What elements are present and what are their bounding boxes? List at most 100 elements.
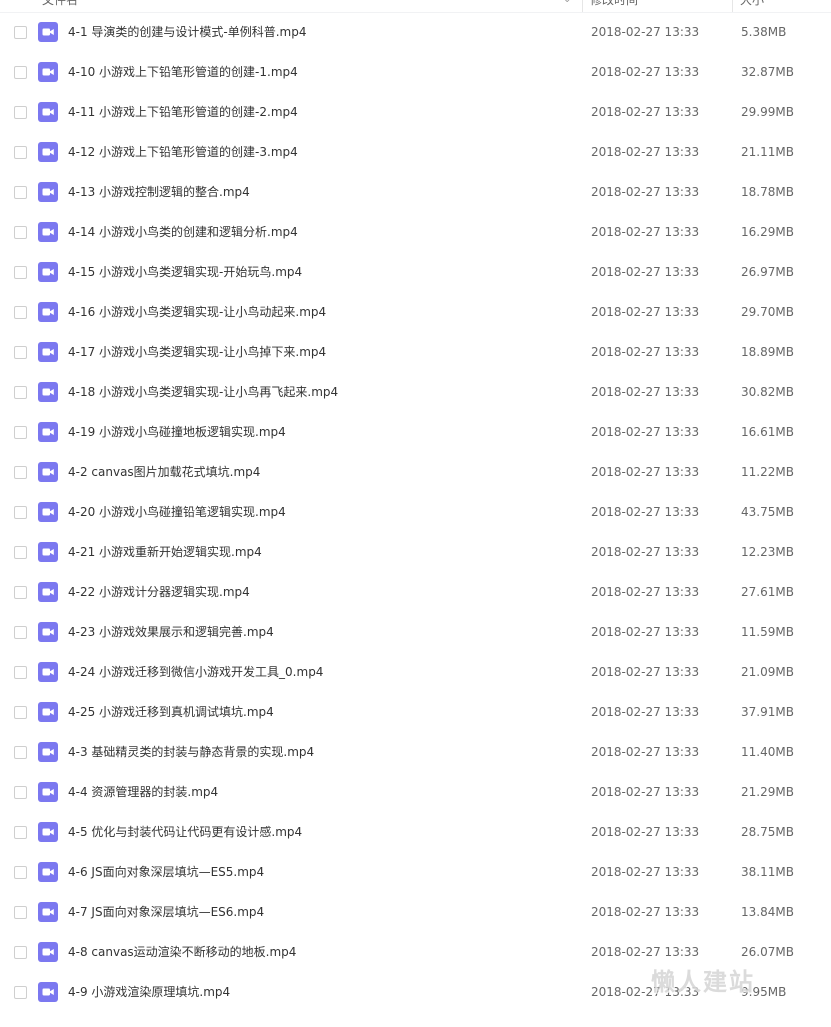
row-checkbox[interactable] [14, 746, 27, 759]
file-name[interactable]: 4-24 小游戏迁移到微信小游戏开发工具_0.mp4 [68, 663, 323, 681]
file-name[interactable]: 4-18 小游戏小鸟类逻辑实现-让小鸟再飞起来.mp4 [68, 383, 338, 401]
file-row[interactable]: 4-21 小游戏重新开始逻辑实现.mp4 2018-02-27 13:33 12.2… [0, 532, 831, 572]
file-row[interactable]: 4-4 资源管理器的封装.mp4 2018-02-27 13:33 21.29MB [0, 772, 831, 812]
file-row[interactable]: 4-10 小游戏上下铅笔形管道的创建-1.mp4 2018-02-27 13:33… [0, 52, 831, 92]
row-checkbox[interactable] [14, 346, 27, 359]
row-checkbox[interactable] [14, 106, 27, 119]
video-icon [38, 342, 58, 362]
chevron-down-icon[interactable]: ⌄ [563, 0, 571, 10]
file-name[interactable]: 4-2 canvas图片加载花式填坑.mp4 [68, 463, 260, 481]
file-row[interactable]: 4-17 小游戏小鸟类逻辑实现-让小鸟掉下来.mp4 2018-02-27 13:… [0, 332, 831, 372]
file-row[interactable]: 4-14 小游戏小鸟类的创建和逻辑分析.mp4 2018-02-27 13:33 1… [0, 212, 831, 252]
file-row[interactable]: 4-16 小游戏小鸟类逻辑实现-让小鸟动起来.mp4 2018-02-27 13:… [0, 292, 831, 332]
file-name[interactable]: 4-15 小游戏小鸟类逻辑实现-开始玩鸟.mp4 [68, 263, 302, 281]
file-name[interactable]: 4-6 JS面向对象深层填坑—ES5.mp4 [68, 863, 264, 881]
video-icon [38, 62, 58, 82]
row-checkbox[interactable] [14, 26, 27, 39]
file-name[interactable]: 4-25 小游戏迁移到真机调试填坑.mp4 [68, 703, 274, 721]
file-row[interactable]: 4-25 小游戏迁移到真机调试填坑.mp4 2018-02-27 13:33 37.… [0, 692, 831, 732]
row-checkbox[interactable] [14, 586, 27, 599]
column-divider[interactable] [732, 0, 733, 12]
file-size: 29.70MB [741, 305, 794, 319]
file-modified-date: 2018-02-27 13:33 [591, 65, 700, 79]
file-list: 4-1 导演类的创建与设计模式-单例科普.mp4 2018-02-27 13:33… [0, 12, 831, 1012]
file-name[interactable]: 4-13 小游戏控制逻辑的整合.mp4 [68, 183, 250, 201]
file-modified-date: 2018-02-27 13:33 [591, 105, 700, 119]
video-icon [38, 422, 58, 442]
column-header-date[interactable]: 修改时间 [590, 0, 638, 10]
video-icon [38, 822, 58, 842]
file-row[interactable]: 4-3 基础精灵类的封装与静态背景的实现.mp4 2018-02-27 13:33… [0, 732, 831, 772]
row-checkbox[interactable] [14, 386, 27, 399]
file-name[interactable]: 4-22 小游戏计分器逻辑实现.mp4 [68, 583, 250, 601]
column-divider[interactable] [582, 0, 583, 12]
file-modified-date: 2018-02-27 13:33 [591, 225, 700, 239]
file-row[interactable]: 4-12 小游戏上下铅笔形管道的创建-3.mp4 2018-02-27 13:33… [0, 132, 831, 172]
row-checkbox[interactable] [14, 786, 27, 799]
file-row[interactable]: 4-1 导演类的创建与设计模式-单例科普.mp4 2018-02-27 13:33… [0, 12, 831, 52]
row-checkbox[interactable] [14, 626, 27, 639]
row-checkbox[interactable] [14, 946, 27, 959]
file-row[interactable]: 4-5 优化与封装代码让代码更有设计感.mp4 2018-02-27 13:33 2… [0, 812, 831, 852]
file-size: 29.99MB [741, 105, 794, 119]
file-modified-date: 2018-02-27 13:33 [591, 425, 700, 439]
file-name[interactable]: 4-5 优化与封装代码让代码更有设计感.mp4 [68, 823, 302, 841]
file-name[interactable]: 4-10 小游戏上下铅笔形管道的创建-1.mp4 [68, 63, 298, 81]
file-row[interactable]: 4-20 小游戏小鸟碰撞铅笔逻辑实现.mp4 2018-02-27 13:33 43… [0, 492, 831, 532]
file-row[interactable]: 4-15 小游戏小鸟类逻辑实现-开始玩鸟.mp4 2018-02-27 13:33… [0, 252, 831, 292]
file-row[interactable]: 4-23 小游戏效果展示和逻辑完善.mp4 2018-02-27 13:33 11.… [0, 612, 831, 652]
file-row[interactable]: 4-7 JS面向对象深层填坑—ES6.mp4 2018-02-27 13:33 13… [0, 892, 831, 932]
file-name[interactable]: 4-14 小游戏小鸟类的创建和逻辑分析.mp4 [68, 223, 298, 241]
video-icon [38, 462, 58, 482]
row-checkbox[interactable] [14, 906, 27, 919]
file-size: 30.82MB [741, 385, 794, 399]
row-checkbox[interactable] [14, 866, 27, 879]
file-row[interactable]: 4-18 小游戏小鸟类逻辑实现-让小鸟再飞起来.mp4 2018-02-27 13… [0, 372, 831, 412]
column-header-size[interactable]: 大小 [740, 0, 764, 10]
file-name[interactable]: 4-23 小游戏效果展示和逻辑完善.mp4 [68, 623, 274, 641]
file-name[interactable]: 4-17 小游戏小鸟类逻辑实现-让小鸟掉下来.mp4 [68, 343, 326, 361]
file-name[interactable]: 4-16 小游戏小鸟类逻辑实现-让小鸟动起来.mp4 [68, 303, 326, 321]
file-list-window: 文件名 ⌄ 修改时间 大小 4-1 导演类的创建与设计模式-单例科普.mp4 20… [0, 0, 831, 1027]
row-checkbox[interactable] [14, 986, 27, 999]
file-row[interactable]: 4-11 小游戏上下铅笔形管道的创建-2.mp4 2018-02-27 13:33… [0, 92, 831, 132]
file-size: 43.75MB [741, 505, 794, 519]
file-row[interactable]: 4-19 小游戏小鸟碰撞地板逻辑实现.mp4 2018-02-27 13:33 16… [0, 412, 831, 452]
row-checkbox[interactable] [14, 466, 27, 479]
row-checkbox[interactable] [14, 306, 27, 319]
file-name[interactable]: 4-7 JS面向对象深层填坑—ES6.mp4 [68, 903, 264, 921]
row-checkbox[interactable] [14, 546, 27, 559]
file-row[interactable]: 4-2 canvas图片加载花式填坑.mp4 2018-02-27 13:33 11… [0, 452, 831, 492]
file-name[interactable]: 4-8 canvas运动渲染不断移动的地板.mp4 [68, 943, 296, 961]
file-name[interactable]: 4-21 小游戏重新开始逻辑实现.mp4 [68, 543, 262, 561]
row-checkbox[interactable] [14, 666, 27, 679]
file-name[interactable]: 4-19 小游戏小鸟碰撞地板逻辑实现.mp4 [68, 423, 286, 441]
video-icon [38, 22, 58, 42]
row-checkbox[interactable] [14, 266, 27, 279]
video-icon [38, 182, 58, 202]
file-name[interactable]: 4-9 小游戏渲染原理填坑.mp4 [68, 983, 230, 1001]
row-checkbox[interactable] [14, 826, 27, 839]
file-name[interactable]: 4-12 小游戏上下铅笔形管道的创建-3.mp4 [68, 143, 298, 161]
file-modified-date: 2018-02-27 13:33 [591, 505, 700, 519]
file-row[interactable]: 4-6 JS面向对象深层填坑—ES5.mp4 2018-02-27 13:33 38… [0, 852, 831, 892]
row-checkbox[interactable] [14, 706, 27, 719]
file-name[interactable]: 4-1 导演类的创建与设计模式-单例科普.mp4 [68, 23, 307, 41]
file-modified-date: 2018-02-27 13:33 [591, 825, 700, 839]
file-size: 38.11MB [741, 865, 794, 879]
column-header-name[interactable]: 文件名 [42, 0, 78, 10]
row-checkbox[interactable] [14, 66, 27, 79]
row-checkbox[interactable] [14, 186, 27, 199]
file-row[interactable]: 4-22 小游戏计分器逻辑实现.mp4 2018-02-27 13:33 27.61… [0, 572, 831, 612]
file-size: 11.59MB [741, 625, 794, 639]
file-name[interactable]: 4-20 小游戏小鸟碰撞铅笔逻辑实现.mp4 [68, 503, 286, 521]
file-name[interactable]: 4-3 基础精灵类的封装与静态背景的实现.mp4 [68, 743, 314, 761]
row-checkbox[interactable] [14, 426, 27, 439]
row-checkbox[interactable] [14, 146, 27, 159]
row-checkbox[interactable] [14, 506, 27, 519]
file-row[interactable]: 4-24 小游戏迁移到微信小游戏开发工具_0.mp4 2018-02-27 13:… [0, 652, 831, 692]
file-name[interactable]: 4-4 资源管理器的封装.mp4 [68, 783, 218, 801]
file-row[interactable]: 4-13 小游戏控制逻辑的整合.mp4 2018-02-27 13:33 18.78… [0, 172, 831, 212]
file-name[interactable]: 4-11 小游戏上下铅笔形管道的创建-2.mp4 [68, 103, 298, 121]
row-checkbox[interactable] [14, 226, 27, 239]
